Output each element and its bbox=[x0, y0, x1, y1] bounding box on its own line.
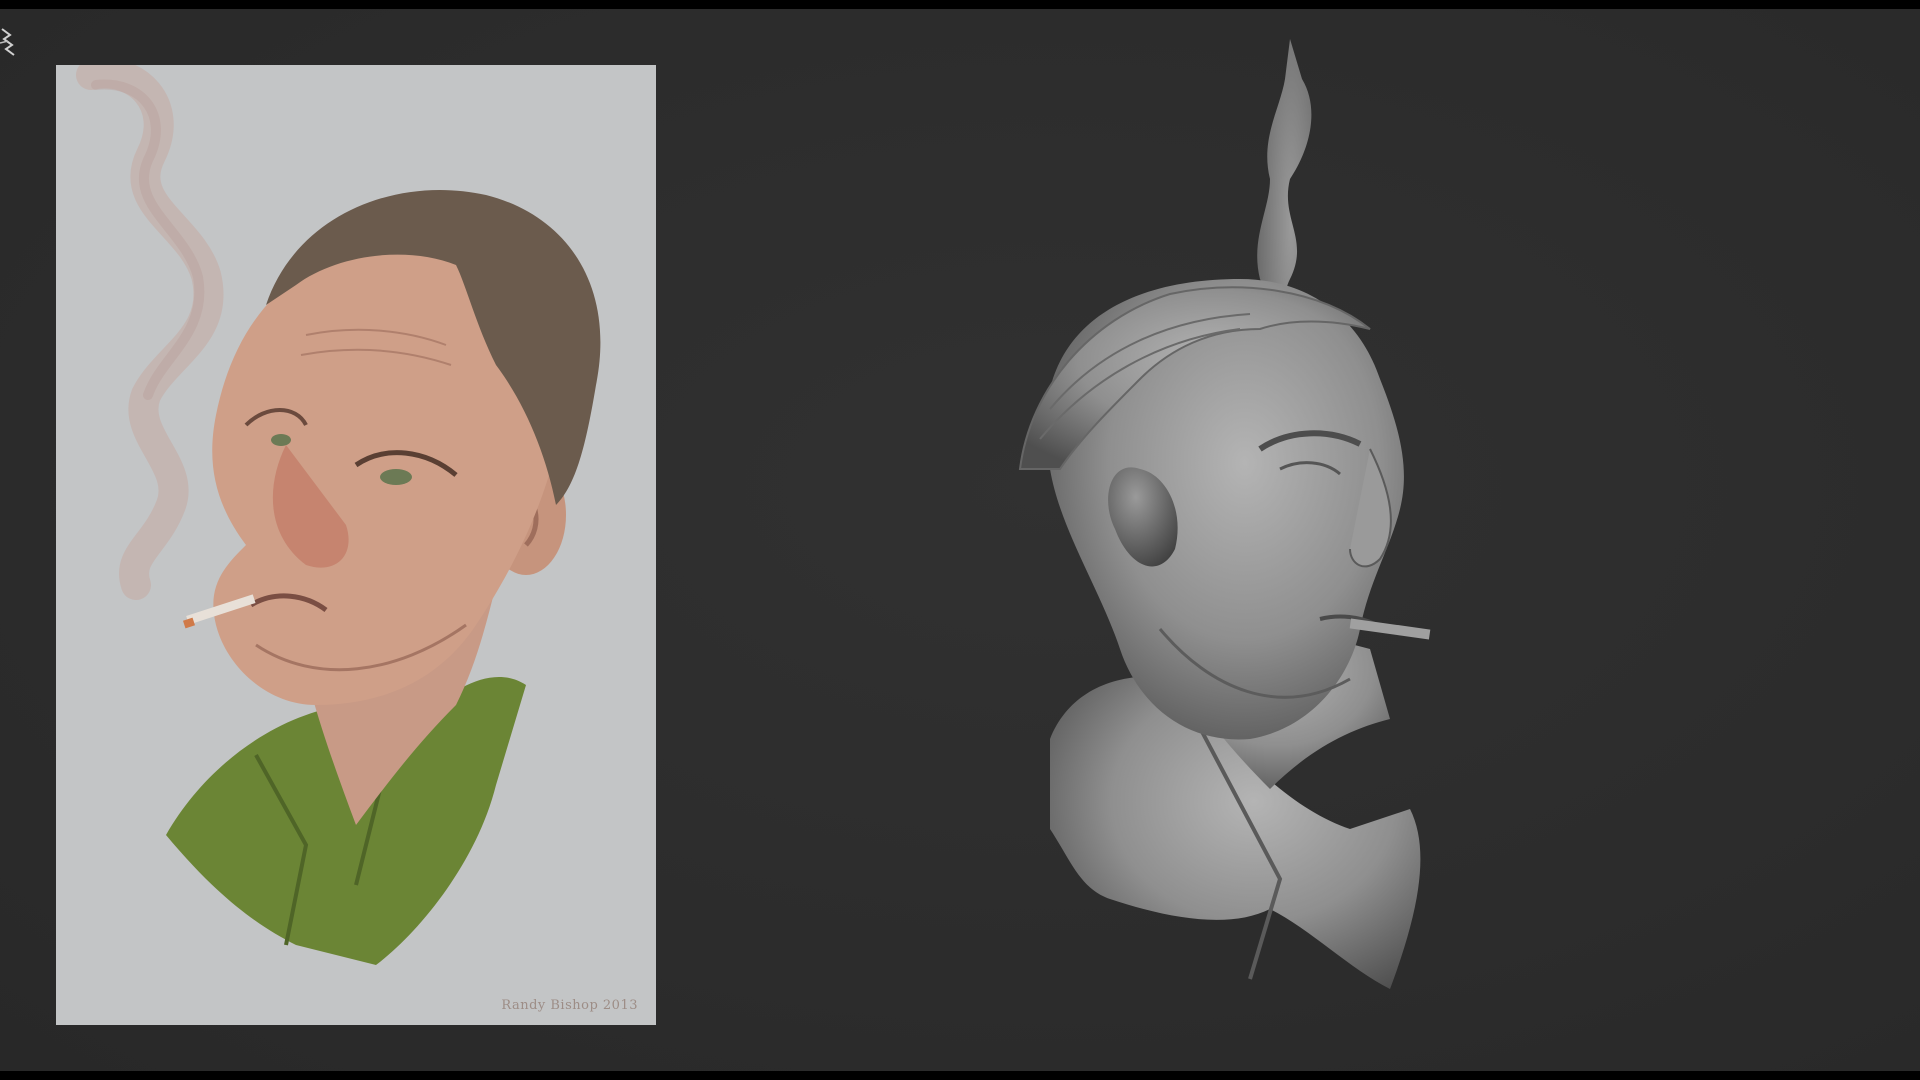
caricature-illustration bbox=[76, 65, 601, 965]
sculpt-model[interactable] bbox=[990, 29, 1550, 1019]
zbrush-logo-icon[interactable] bbox=[0, 25, 22, 59]
artist-signature: Randy Bishop 2013 bbox=[501, 998, 638, 1013]
video-frame: Randy Bishop 2013 bbox=[0, 0, 1920, 1080]
document-canvas[interactable]: Randy Bishop 2013 bbox=[0, 9, 1920, 1071]
reference-image: Randy Bishop 2013 bbox=[56, 65, 656, 1025]
